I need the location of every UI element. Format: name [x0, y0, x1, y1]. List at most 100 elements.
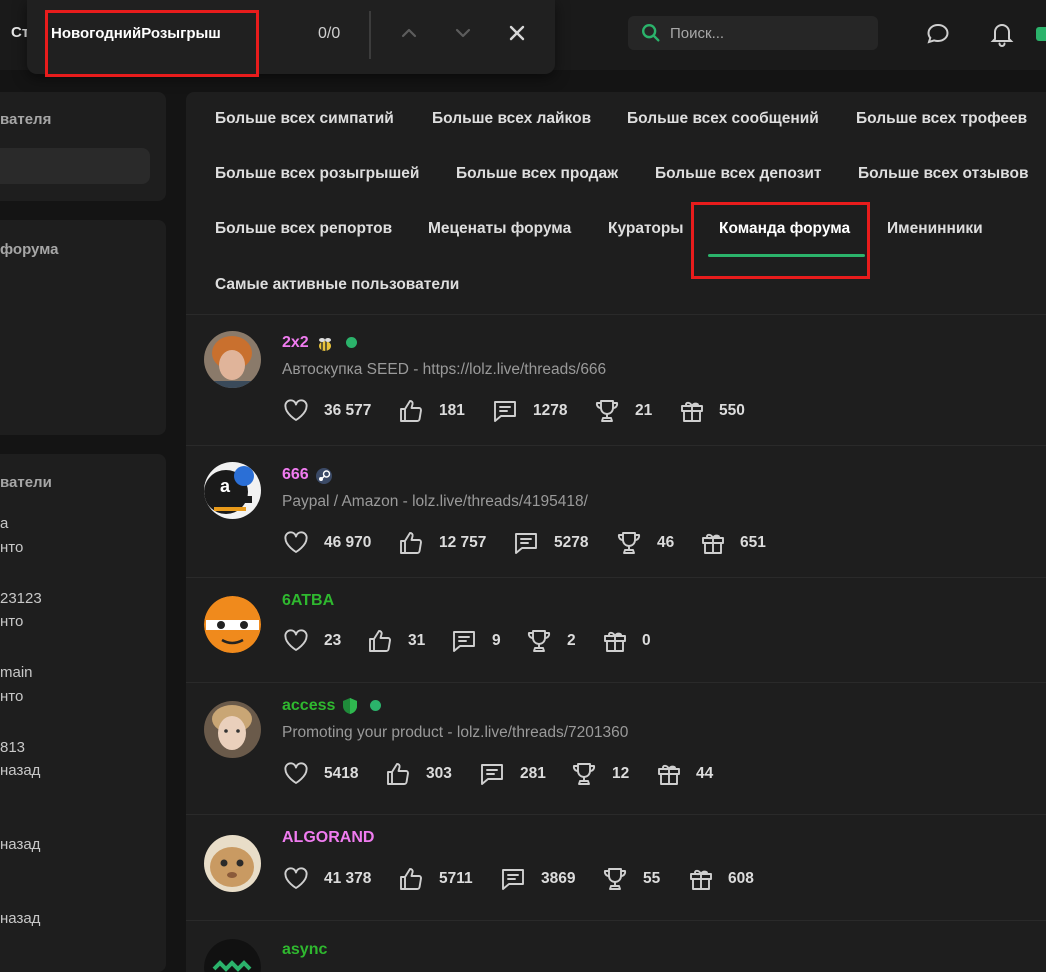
heart-icon	[284, 531, 308, 553]
tab-most-messages[interactable]: Больше всех сообщений	[627, 110, 819, 128]
tab-most-active-users[interactable]: Самые активные пользователи	[215, 276, 459, 294]
member-username[interactable]: 666	[282, 466, 309, 484]
message-icon	[515, 533, 537, 554]
stat-sympathies: 46 970	[324, 534, 372, 551]
avatar[interactable]	[204, 939, 261, 972]
steam-icon	[316, 468, 332, 484]
online-indicator	[346, 337, 357, 348]
member-username[interactable]: access	[282, 697, 335, 715]
avatar[interactable]	[204, 596, 261, 653]
members-panel: Больше всех симпатий Больше всех лайков …	[186, 92, 1046, 972]
tab-most-likes[interactable]: Больше всех лайков	[432, 110, 591, 128]
stat-trophies: 21	[635, 402, 653, 419]
stat-messages: 3869	[541, 870, 576, 887]
stat-sympathies: 41 378	[324, 870, 372, 887]
sidebar-card-title: ватели	[0, 474, 52, 491]
member-status: Promoting your product - lolz.live/threa…	[282, 724, 629, 741]
online-indicator	[370, 700, 381, 711]
chevron-down-icon[interactable]	[452, 22, 474, 44]
sidebar-user-name[interactable]: 813	[0, 739, 25, 756]
thumbs-up-icon	[387, 763, 409, 785]
sidebar-card-search	[0, 92, 166, 201]
close-icon[interactable]	[506, 22, 528, 44]
stat-messages: 1278	[533, 402, 568, 419]
tab-forum-patrons[interactable]: Меценаты форума	[428, 220, 571, 238]
stat-likes: 31	[408, 632, 426, 649]
message-icon	[481, 764, 503, 785]
member-status: Автоскупка SEED - https://lolz.live/thre…	[282, 361, 607, 378]
stat-trophies: 12	[612, 765, 630, 782]
member-row: access Promoting your product - lolz.liv…	[186, 683, 1046, 815]
tab-most-reviews[interactable]: Больше всех отзывов	[858, 165, 1029, 183]
gift-icon	[604, 631, 626, 652]
user-menu-edge[interactable]	[1036, 27, 1046, 41]
stat-giveaways: 44	[696, 765, 714, 782]
sidebar-user-time: нто	[0, 613, 24, 630]
trophy-icon	[572, 763, 596, 785]
shield-icon	[343, 698, 357, 714]
sidebar-user-time: назад	[0, 910, 41, 927]
trophy-icon	[527, 630, 551, 652]
search-icon	[642, 24, 660, 42]
tab-most-sympathies[interactable]: Больше всех симпатий	[215, 110, 394, 128]
stat-likes: 181	[439, 402, 465, 419]
find-query-input[interactable]: НовогоднийРозыгрыш	[45, 10, 259, 77]
stat-trophies: 55	[643, 870, 661, 887]
tab-most-deposit[interactable]: Больше всех депозит	[655, 165, 821, 183]
gift-icon	[702, 533, 724, 554]
bee-icon	[319, 338, 331, 351]
bell-icon[interactable]	[988, 20, 1016, 48]
avatar[interactable]	[204, 331, 261, 388]
stat-messages: 9	[492, 632, 501, 649]
sidebar-card-users	[0, 454, 166, 972]
chevron-up-icon[interactable]	[398, 22, 420, 44]
tab-most-reports[interactable]: Больше всех репортов	[215, 220, 392, 238]
member-row: ALGORAND 41 378 5711 3869 55 608	[186, 815, 1046, 921]
stat-sympathies: 36 577	[324, 402, 372, 419]
member-username[interactable]: async	[282, 941, 327, 959]
avatar[interactable]	[204, 701, 261, 758]
sidebar-user-time: нто	[0, 539, 24, 556]
sidebar-user-name[interactable]: 23123	[0, 590, 42, 607]
tab-most-sales[interactable]: Больше всех продаж	[456, 165, 618, 183]
stat-giveaways: 0	[642, 632, 651, 649]
sidebar-user-time: нто	[0, 688, 24, 705]
sidebar-user-name[interactable]: main	[0, 664, 33, 681]
member-username[interactable]: 2x2	[282, 334, 309, 352]
find-query-text: НовогоднийРозыгрыш	[51, 25, 221, 42]
stat-giveaways: 651	[740, 534, 766, 551]
gift-icon	[690, 869, 712, 890]
avatar[interactable]	[204, 835, 261, 892]
conversations-icon[interactable]	[924, 20, 952, 48]
browser-find-bar: НовогоднийРозыгрыш 0/0	[27, 0, 555, 77]
sidebar-card-title: форума	[0, 241, 59, 258]
tab-most-giveaways[interactable]: Больше всех розыгрышей	[215, 165, 419, 183]
message-icon	[453, 631, 475, 652]
sidebar-user-time: назад	[0, 762, 41, 779]
stat-trophies: 2	[567, 632, 576, 649]
tab-curators[interactable]: Кураторы	[608, 220, 684, 238]
sidebar-user-name[interactable]: а	[0, 515, 8, 532]
member-row: a 666 Paypal / Amazon - lolz.live/thread…	[186, 446, 1046, 578]
member-row: async	[186, 921, 1046, 972]
sidebar-search-input[interactable]	[0, 148, 150, 184]
trophy-icon	[603, 868, 627, 890]
stat-likes: 303	[426, 765, 452, 782]
tab-birthdays[interactable]: Именинники	[887, 220, 983, 238]
svg-text:a: a	[220, 476, 231, 496]
stat-giveaways: 608	[728, 870, 754, 887]
member-username[interactable]: ALGORAND	[282, 829, 374, 847]
stat-likes: 5711	[439, 870, 473, 887]
stat-giveaways: 550	[719, 402, 745, 419]
avatar[interactable]: a	[204, 462, 261, 519]
site-search[interactable]	[628, 16, 878, 50]
thumbs-up-icon	[400, 532, 422, 554]
find-match-count: 0/0	[318, 25, 341, 42]
stat-sympathies: 23	[324, 632, 342, 649]
member-status: Paypal / Amazon - lolz.live/threads/4195…	[282, 493, 588, 510]
tab-most-trophies[interactable]: Больше всех трофеев	[856, 110, 1027, 128]
search-input[interactable]	[670, 24, 870, 42]
message-icon	[494, 401, 516, 422]
member-username[interactable]: 6ATBA	[282, 592, 334, 610]
heart-icon	[284, 399, 308, 421]
